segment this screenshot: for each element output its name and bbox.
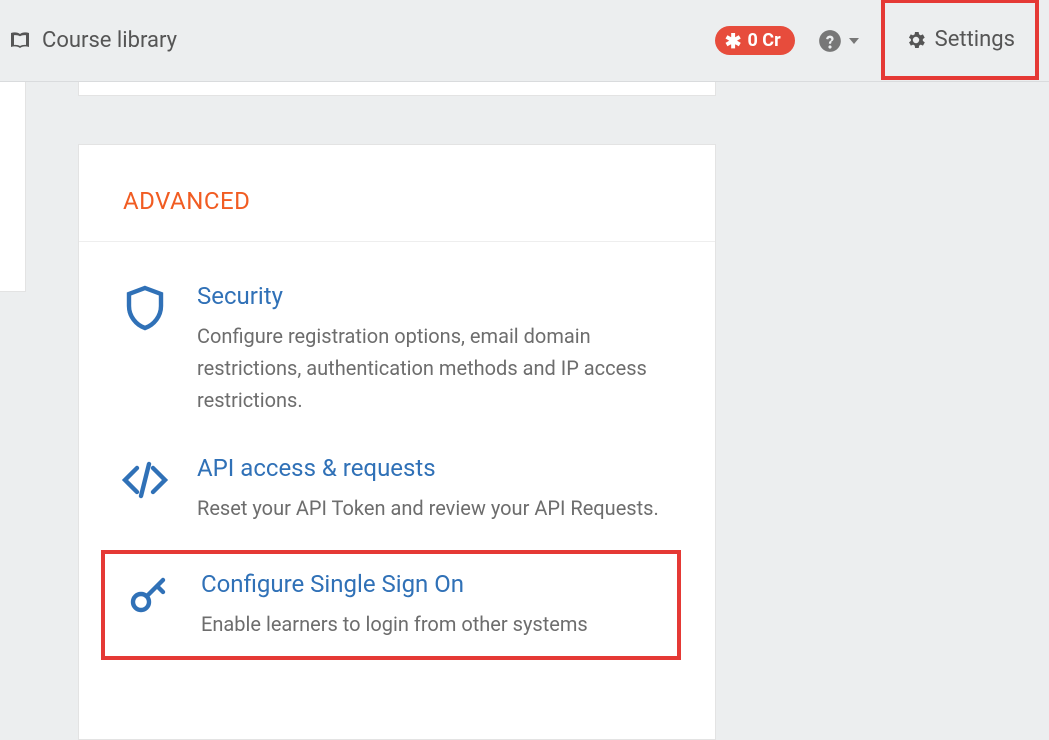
content-side-strip (0, 82, 26, 292)
credits-label: 0 Cr (747, 30, 780, 51)
option-title: Configure Single Sign On (201, 570, 661, 598)
credits-pill[interactable]: ✱ 0 Cr (715, 26, 795, 55)
option-desc: Reset your API Token and review your API… (197, 492, 665, 524)
option-desc: Configure registration options, email do… (197, 320, 665, 416)
option-configure-sso[interactable]: Configure Single Sign On Enable learners… (101, 550, 681, 660)
code-icon (117, 454, 173, 504)
asterisk-icon: ✱ (725, 31, 742, 51)
top-toolbar: Course library ✱ 0 Cr Settings (0, 0, 1049, 82)
option-desc: Enable learners to login from other syst… (201, 608, 661, 640)
help-menu[interactable] (809, 28, 867, 54)
advanced-settings-card: ADVANCED Security Configure registration… (78, 144, 716, 740)
course-library-label: Course library (42, 28, 177, 53)
shield-icon (117, 282, 173, 332)
card-header: ADVANCED (79, 145, 715, 242)
gear-icon (905, 29, 927, 51)
key-icon (121, 570, 177, 620)
settings-button[interactable]: Settings (881, 0, 1039, 80)
section-title: ADVANCED (123, 187, 671, 215)
page-body: ADVANCED Security Configure registration… (0, 82, 1049, 740)
option-title: Security (197, 282, 665, 310)
option-title: API access & requests (197, 454, 665, 482)
help-icon (817, 28, 843, 54)
option-list: Security Configure registration options,… (79, 242, 715, 674)
settings-label: Settings (935, 27, 1015, 52)
previous-card-edge (78, 82, 716, 96)
course-library-link[interactable]: Course library (8, 28, 701, 53)
option-security[interactable]: Security Configure registration options,… (107, 270, 675, 432)
book-icon (8, 29, 32, 53)
option-api-access[interactable]: API access & requests Reset your API Tok… (107, 442, 675, 540)
caret-down-icon (849, 38, 859, 44)
